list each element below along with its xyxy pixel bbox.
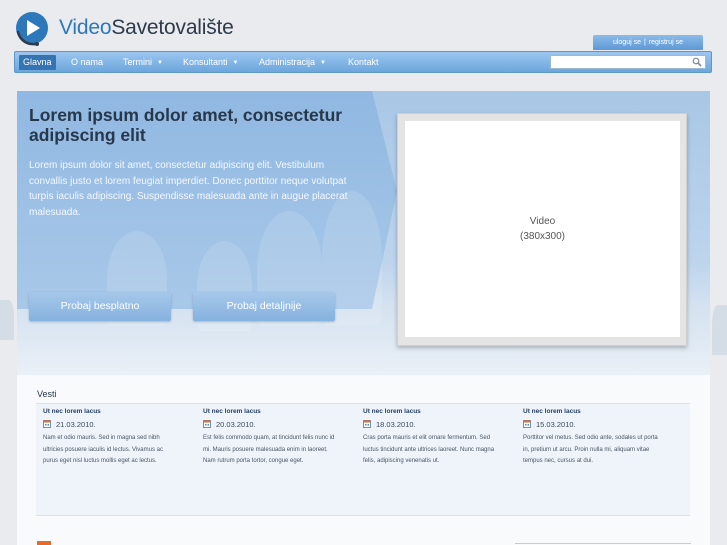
decorative-side-shape (0, 300, 14, 340)
nav-item-label: Glavna (23, 57, 52, 67)
news-item: Ut nec lorem lacus 18.03.2010. Cras port… (363, 408, 498, 468)
video-player[interactable]: Video (380x300) (405, 121, 680, 337)
news-item: Ut nec lorem lacus 20.03.2010. Est felis… (203, 408, 338, 468)
hero-text: Lorem ipsum dolor sit amet, consectetur … (29, 160, 348, 218)
news-headline[interactable]: Ut nec lorem lacus (363, 408, 498, 415)
auth-separator: | (643, 39, 646, 46)
news-item: Ut nec lorem lacus 15.03.2010. Porttitor… (523, 408, 658, 468)
main-nav: Glavna O nama Termini ▼ Konsultanti ▼ Admi… (14, 51, 712, 73)
news-title: Vesti (37, 389, 57, 399)
news-date-row: 20.03.2010. (203, 419, 338, 429)
news-text: Porttitor vel metus. Sed odio ante, soda… (523, 435, 658, 464)
nav-item-label: O nama (71, 57, 104, 67)
footer-accent (37, 541, 51, 545)
caret-down-icon: ▼ (157, 60, 163, 66)
news-date: 18.03.2010. (376, 419, 416, 429)
nav-item-administracija[interactable]: Administracija ▼ (259, 55, 326, 70)
auth-links: uloguj se | registruj se (593, 35, 703, 50)
news-date: 21.03.2010. (56, 419, 96, 429)
video-label: Video (529, 216, 556, 227)
news-headline[interactable]: Ut nec lorem lacus (43, 408, 178, 415)
nav-item-kontakt[interactable]: Kontakt (348, 55, 379, 70)
news-text: Nam et odio mauris. Sed in magna sed nib… (43, 435, 163, 464)
login-link[interactable]: uloguj se (613, 39, 641, 46)
caret-down-icon: ▼ (320, 60, 326, 66)
calendar-icon (363, 420, 371, 428)
play-headset-logo-icon (16, 12, 48, 46)
nav-item-o-nama[interactable]: O nama (71, 55, 103, 70)
video-size: (380x300) (519, 231, 566, 242)
brand-name: VideoSavetovalište (59, 16, 234, 40)
news-text: Est felis commodo quam, at tincidunt fel… (203, 435, 335, 464)
news-date-row: 21.03.2010. (43, 419, 178, 429)
brand-name-part2: Savetovalište (111, 16, 234, 39)
news-section: Vesti Ut nec lorem lacus 21.03.2010. Nam… (17, 375, 710, 545)
try-free-button[interactable]: Probaj besplatno (29, 292, 171, 321)
news-date-row: 18.03.2010. (363, 419, 498, 429)
nav-item-konsultanti[interactable]: Konsultanti ▼ (183, 55, 238, 70)
search-input[interactable] (550, 55, 706, 69)
news-item: Ut nec lorem lacus 21.03.2010. Nam et od… (43, 408, 178, 468)
nav-item-glavna[interactable]: Glavna (19, 55, 56, 70)
calendar-icon (43, 420, 51, 428)
hero-title: Lorem ipsum dolor amet, consectetur adip… (29, 105, 343, 145)
site-logo[interactable]: VideoSavetovalište (14, 8, 234, 48)
nav-item-label: Termini (123, 57, 153, 67)
calendar-icon (523, 420, 531, 428)
brand-name-part1: Video (59, 16, 112, 39)
register-link[interactable]: registruj se (649, 39, 683, 46)
try-details-button[interactable]: Probaj detaljnije (193, 292, 335, 321)
news-date-row: 15.03.2010. (523, 419, 658, 429)
news-headline[interactable]: Ut nec lorem lacus (523, 408, 658, 415)
search-icon[interactable] (692, 57, 702, 67)
news-headline[interactable]: Ut nec lorem lacus (203, 408, 338, 415)
decorative-side-shape (712, 305, 727, 355)
calendar-icon (203, 420, 211, 428)
nav-item-termini[interactable]: Termini ▼ (123, 55, 163, 70)
news-date: 20.03.2010. (216, 419, 256, 429)
news-text: Cras porta mauris et elit ornare ferment… (363, 435, 495, 464)
video-frame: Video (380x300) (397, 113, 687, 346)
nav-item-label: Administracija (259, 57, 316, 67)
caret-down-icon: ▼ (232, 60, 239, 66)
news-list: Ut nec lorem lacus 21.03.2010. Nam et od… (36, 403, 690, 516)
footer-divider (515, 543, 691, 544)
news-date: 15.03.2010. (536, 419, 576, 429)
nav-item-label: Konsultanti (183, 57, 228, 67)
nav-item-label: Kontakt (348, 57, 379, 67)
hero-banner: Lorem ipsum dolor amet, consectetur adip… (17, 91, 710, 375)
